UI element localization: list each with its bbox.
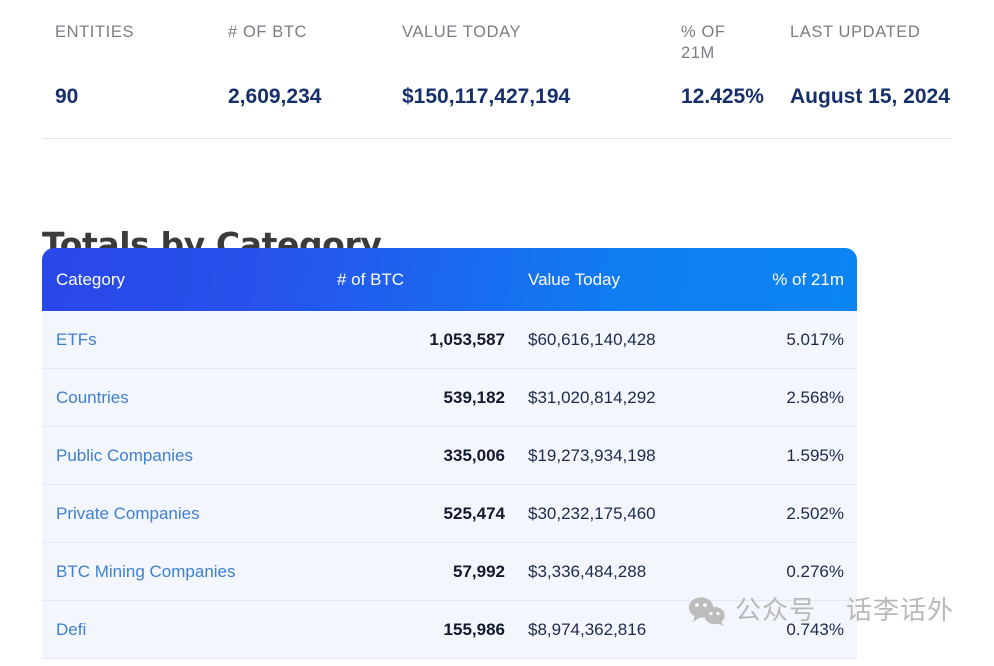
cell-pct-of-21m: 2.502% [717, 504, 857, 524]
summary-label-entities: ENTITIES [55, 22, 134, 43]
cell-pct-of-21m: 0.276% [717, 562, 857, 582]
watermark-background-mask [857, 580, 994, 666]
table-row[interactable]: ETFs1,053,587$60,616,140,4285.017% [42, 311, 857, 369]
summary-value-entities: 90 [55, 84, 78, 110]
cell-category-link[interactable]: Defi [42, 620, 337, 640]
cell-btc-count: 335,006 [337, 446, 517, 466]
table-row[interactable]: Private Companies525,474$30,232,175,4602… [42, 485, 857, 543]
column-header-pct-of-21m[interactable]: % of 21m [717, 270, 857, 290]
table-row[interactable]: Public Companies335,006$19,273,934,1981.… [42, 427, 857, 485]
cell-category-link[interactable]: Private Companies [42, 504, 337, 524]
column-header-btc-count[interactable]: # of BTC [337, 270, 517, 290]
cell-btc-count: 155,986 [337, 620, 517, 640]
table-body: ETFs1,053,587$60,616,140,4285.017%Countr… [42, 311, 857, 659]
cell-pct-of-21m: 5.017% [717, 330, 857, 350]
column-header-category[interactable]: Category [42, 270, 337, 290]
cell-pct-of-21m: 0.743% [717, 620, 857, 640]
cell-value-today: $19,273,934,198 [517, 446, 717, 466]
cell-category-link[interactable]: BTC Mining Companies [42, 562, 337, 582]
summary-label-last-updated: LAST UPDATED [790, 22, 920, 43]
totals-by-category-table: Category # of BTC Value Today % of 21m E… [42, 248, 857, 659]
summary-value-pct-of-21m: 12.425% [681, 84, 741, 110]
cell-value-today: $8,974,362,816 [517, 620, 717, 640]
cell-btc-count: 525,474 [337, 504, 517, 524]
cell-value-today: $3,336,484,288 [517, 562, 717, 582]
cell-btc-count: 57,992 [337, 562, 517, 582]
cell-btc-count: 539,182 [337, 388, 517, 408]
summary-value-value-today: $150,117,427,194 [402, 84, 570, 110]
summary-label-value-today: VALUE TODAY [402, 22, 521, 43]
table-row[interactable]: Defi155,986$8,974,362,8160.743% [42, 601, 857, 659]
cell-value-today: $60,616,140,428 [517, 330, 717, 350]
summary-labels-row: ENTITIES # OF BTC VALUE TODAY % OF 21M L… [42, 22, 952, 78]
summary-divider [42, 138, 952, 139]
cell-pct-of-21m: 2.568% [717, 388, 857, 408]
cell-value-today: $31,020,814,292 [517, 388, 717, 408]
summary-values-row: 90 2,609,234 $150,117,427,194 12.425% Au… [42, 84, 952, 140]
table-row[interactable]: Countries539,182$31,020,814,2922.568% [42, 369, 857, 427]
table-row[interactable]: BTC Mining Companies57,992$3,336,484,288… [42, 543, 857, 601]
cell-category-link[interactable]: Countries [42, 388, 337, 408]
cell-pct-of-21m: 1.595% [717, 446, 857, 466]
cell-btc-count: 1,053,587 [337, 330, 517, 350]
cell-category-link[interactable]: Public Companies [42, 446, 337, 466]
summary-value-btc-count: 2,609,234 [228, 84, 321, 110]
summary-value-last-updated: August 15, 2024 [790, 84, 950, 110]
cell-category-link[interactable]: ETFs [42, 330, 337, 350]
cell-value-today: $30,232,175,460 [517, 504, 717, 524]
summary-label-btc-count: # OF BTC [228, 22, 307, 43]
summary-stats-bar: ENTITIES # OF BTC VALUE TODAY % OF 21M L… [42, 0, 952, 139]
column-header-value-today[interactable]: Value Today [517, 270, 717, 290]
table-header-row: Category # of BTC Value Today % of 21m [42, 248, 857, 311]
summary-label-pct-of-21m: % OF 21M [681, 22, 741, 64]
